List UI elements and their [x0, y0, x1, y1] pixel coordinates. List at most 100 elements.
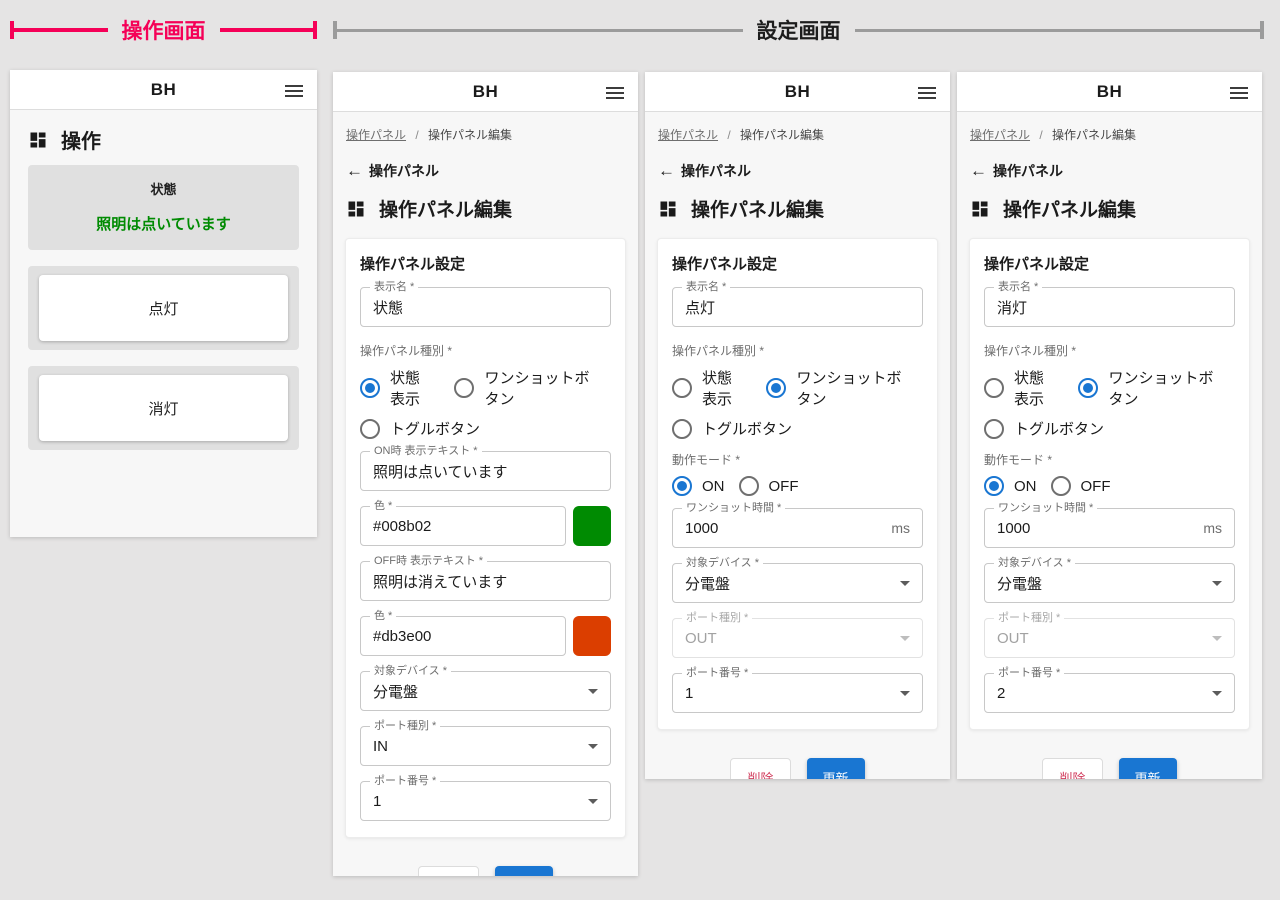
radio-off[interactable]: OFF	[739, 476, 799, 496]
target-device-select[interactable]: 対象デバイス * 分電盤	[984, 563, 1235, 603]
status-card: 状態 照明は点いています	[28, 165, 299, 250]
menu-icon[interactable]	[1230, 84, 1248, 102]
dashboard-icon	[28, 130, 48, 150]
radio-checked-icon	[1078, 378, 1098, 398]
radio-on[interactable]: ON	[984, 476, 1037, 496]
action-mode-label: 動作モード *	[672, 451, 923, 468]
bracket-line	[855, 29, 1261, 32]
menu-icon[interactable]	[918, 84, 936, 102]
radio-unchecked-icon	[672, 378, 692, 398]
back-arrow-icon: ←	[970, 161, 987, 181]
off-text-label: OFF時 表示テキスト *	[370, 555, 487, 568]
target-device-label: 対象デバイス *	[370, 665, 451, 678]
dropdown-caret-icon	[588, 799, 598, 804]
breadcrumb-link[interactable]: 操作パネル	[346, 128, 406, 142]
on-color-field[interactable]: 色 * #008b02	[360, 506, 566, 546]
port-type-select: ポート種別 * OUT	[672, 618, 923, 658]
oneshot-time-value: 1000	[997, 520, 1030, 537]
radio-status-display[interactable]: 状態表示	[984, 367, 1058, 409]
port-number-value: 2	[997, 685, 1005, 702]
status-card-text: 照明は点いています	[38, 213, 289, 234]
display-name-field[interactable]: 表示名 * 点灯	[672, 287, 923, 327]
breadcrumb-separator: /	[415, 128, 418, 142]
port-type-select[interactable]: ポート種別 * IN	[360, 726, 611, 766]
display-name-field[interactable]: 表示名 * 消灯	[984, 287, 1235, 327]
on-text-field[interactable]: ON時 表示テキスト * 照明は点いています	[360, 451, 611, 491]
radio-status-display[interactable]: 状態表示	[360, 367, 434, 409]
light-off-button[interactable]: 消灯	[39, 375, 288, 441]
breadcrumb-link[interactable]: 操作パネル	[658, 128, 718, 142]
radio-toggle-button[interactable]: トグルボタン	[984, 418, 1104, 439]
off-color-value: #db3e00	[373, 628, 431, 645]
back-link-label: 操作パネル	[681, 161, 751, 181]
radio-status-display[interactable]: 状態表示	[672, 367, 746, 409]
bracket-line	[14, 28, 108, 32]
display-name-label: 表示名 *	[370, 281, 418, 294]
panel-type-label: 操作パネル種別 *	[672, 342, 923, 359]
port-number-select[interactable]: ポート番号 * 2	[984, 673, 1235, 713]
port-number-value: 1	[685, 685, 693, 702]
off-color-swatch[interactable]	[573, 616, 611, 656]
target-device-value: 分電盤	[685, 573, 730, 594]
radio-toggle-button[interactable]: トグルボタン	[672, 418, 792, 439]
dropdown-caret-icon	[1212, 691, 1222, 696]
breadcrumb: 操作パネル / 操作パネル編集	[658, 126, 937, 143]
radio-oneshot-button[interactable]: ワンショットボタン	[766, 367, 903, 409]
display-name-field[interactable]: 表示名 * 状態	[360, 287, 611, 327]
display-name-value: 消灯	[997, 297, 1027, 318]
update-button[interactable]: 更新	[807, 758, 865, 779]
dropdown-caret-icon	[1212, 636, 1222, 641]
menu-icon[interactable]	[606, 84, 624, 102]
radio-on[interactable]: ON	[672, 476, 725, 496]
update-button[interactable]: 更新	[1119, 758, 1177, 779]
back-link[interactable]: ← 操作パネル	[658, 161, 937, 181]
target-device-select[interactable]: 対象デバイス * 分電盤	[360, 671, 611, 711]
port-number-select[interactable]: ポート番号 * 1	[672, 673, 923, 713]
breadcrumb: 操作パネル / 操作パネル編集	[970, 126, 1249, 143]
radio-oneshot-button[interactable]: ワンショットボタン	[1078, 367, 1215, 409]
port-type-label: ポート種別 *	[370, 720, 440, 733]
back-link[interactable]: ← 操作パネル	[970, 161, 1249, 181]
off-text-field[interactable]: OFF時 表示テキスト * 照明は消えています	[360, 561, 611, 601]
on-color-value: #008b02	[373, 518, 431, 535]
radio-unchecked-icon	[454, 378, 474, 398]
bracket-cap	[1260, 21, 1264, 39]
oneshot-time-label: ワンショット時間 *	[994, 502, 1097, 515]
app-bar: BH	[957, 72, 1262, 112]
update-button[interactable]: 更新	[495, 866, 553, 876]
app-bar: BH	[645, 72, 950, 112]
oneshot-time-field[interactable]: ワンショット時間 * 1000 ms	[672, 508, 923, 548]
port-number-select[interactable]: ポート番号 * 1	[360, 781, 611, 821]
page-title: 操作パネル編集	[658, 195, 937, 222]
operation-screen-label: 操作画面	[122, 15, 206, 45]
back-link[interactable]: ← 操作パネル	[346, 161, 625, 181]
radio-off[interactable]: OFF	[1051, 476, 1111, 496]
breadcrumb-link[interactable]: 操作パネル	[970, 128, 1030, 142]
oneshot-time-field[interactable]: ワンショット時間 * 1000 ms	[984, 508, 1235, 548]
breadcrumb-current: 操作パネル編集	[1052, 128, 1136, 142]
breadcrumb: 操作パネル / 操作パネル編集	[346, 126, 625, 143]
section-heading: 操作	[28, 125, 299, 154]
radio-unchecked-icon	[984, 378, 1004, 398]
status-card-name: 状態	[38, 179, 289, 198]
light-on-button[interactable]: 点灯	[39, 275, 288, 341]
delete-button[interactable]: 削除	[730, 758, 790, 779]
dashboard-icon	[346, 199, 366, 219]
radio-oneshot-button[interactable]: ワンショットボタン	[454, 367, 591, 409]
target-device-label: 対象デバイス *	[994, 557, 1075, 570]
off-text-value: 照明は消えています	[373, 571, 507, 592]
on-color-swatch[interactable]	[573, 506, 611, 546]
delete-button[interactable]: 削除	[1042, 758, 1102, 779]
radio-toggle-button[interactable]: トグルボタン	[360, 418, 480, 439]
radio-unchecked-icon	[360, 419, 380, 439]
target-device-select[interactable]: 対象デバイス * 分電盤	[672, 563, 923, 603]
bracket-line	[220, 28, 314, 32]
off-color-field[interactable]: 色 * #db3e00	[360, 616, 566, 656]
settings-screen-bracket: 設定画面	[333, 14, 1264, 46]
app-title: BH	[151, 80, 177, 100]
dashboard-icon	[658, 199, 678, 219]
menu-icon[interactable]	[285, 82, 303, 100]
back-arrow-icon: ←	[658, 161, 675, 181]
delete-button[interactable]: 削除	[418, 866, 478, 876]
dropdown-caret-icon	[1212, 581, 1222, 586]
